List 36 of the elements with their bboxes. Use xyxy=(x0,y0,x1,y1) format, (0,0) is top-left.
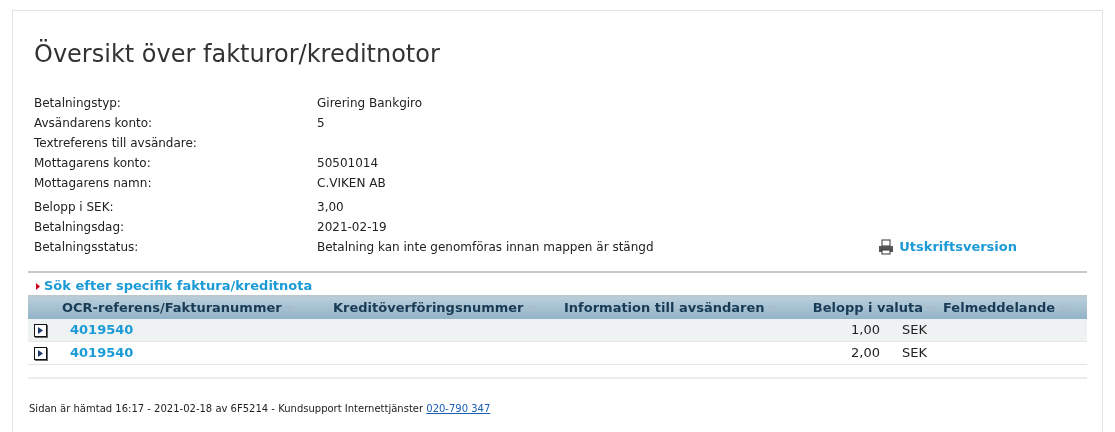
field-value: 2021-02-19 xyxy=(317,219,387,236)
field-label: Mottagarens namn: xyxy=(34,175,153,192)
field-value: 3,00 xyxy=(317,199,344,216)
expand-button[interactable] xyxy=(34,323,47,337)
column-header[interactable]: OCR-referens/Fakturanummer xyxy=(62,298,282,318)
caret-icon xyxy=(38,349,43,357)
footer-text: Sidan är hämtad 16:17 - 2021-02-18 av 6F5214 - Kundsupport Internettjänster 020-790 347 xyxy=(28,402,492,416)
amount-cell-text: 2,00 xyxy=(850,344,881,363)
column-header[interactable]: Kreditöverföringsnummer xyxy=(333,298,524,318)
column-header[interactable]: Belopp i valuta xyxy=(812,298,923,318)
field-value: 5 xyxy=(317,115,325,132)
field-label: Textreferens till avsändare: xyxy=(34,135,198,152)
field-value: C.VIKEN AB xyxy=(317,175,386,192)
field-label: Belopp i SEK: xyxy=(34,199,115,216)
field-label: Mottagarens konto: xyxy=(34,155,152,172)
caret-icon xyxy=(38,326,43,334)
page-title: Översikt över fakturor/kreditnotor xyxy=(33,38,441,69)
phone-link[interactable]: 020-790 347 xyxy=(426,403,491,414)
caret-icon xyxy=(36,282,40,290)
column-header[interactable]: Felmeddelande xyxy=(943,298,1056,318)
search-link[interactable]: Sök efter specifik faktura/kreditnota xyxy=(28,277,1087,295)
field-label: Betalningsdag: xyxy=(34,219,126,236)
currency-cell-text: SEK xyxy=(901,344,928,363)
currency-cell-text: SEK xyxy=(901,321,928,340)
amount-cell-text: 1,00 xyxy=(850,321,881,340)
field-label: Betalningstyp: xyxy=(34,95,122,112)
printer-icon xyxy=(878,239,895,255)
print-link[interactable]: Utskriftsversion xyxy=(878,237,1017,257)
column-header[interactable]: Information till avsändaren xyxy=(564,298,765,318)
field-value: 50501014 xyxy=(317,155,379,172)
expand-button[interactable] xyxy=(34,346,47,360)
field-label: Betalningsstatus: xyxy=(34,239,140,256)
field-value: Betalning kan inte genomföras innan mappen är stängd xyxy=(317,239,654,256)
field-value: Girering Bankgiro xyxy=(317,95,423,112)
invoice-number-link[interactable]: 4019540 xyxy=(58,343,301,363)
field-label: Avsändarens konto: xyxy=(34,115,154,132)
